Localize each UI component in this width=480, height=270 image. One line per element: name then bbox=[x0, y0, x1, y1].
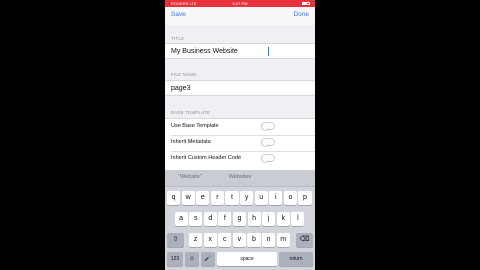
mic-icon: 🎤 bbox=[204, 256, 212, 262]
done-button[interactable]: Done bbox=[293, 11, 309, 18]
keyboard: "Website" Websites qwertyuiop asdfghjkl … bbox=[165, 170, 315, 270]
key-j[interactable]: j bbox=[262, 212, 276, 226]
file-name-input-value[interactable]: page3 bbox=[171, 85, 190, 92]
phone-screen: ROGERS LTE 5:07 PM Save Done TITLE My Bu… bbox=[165, 0, 315, 270]
nav-bar: Save Done bbox=[165, 7, 315, 25]
key-h[interactable]: h bbox=[247, 212, 261, 226]
toggle-label: Inherit Custom Header Code bbox=[171, 155, 242, 161]
key-c[interactable]: c bbox=[218, 233, 232, 247]
file-name-field[interactable]: page3 bbox=[165, 80, 315, 96]
key-r[interactable]: r bbox=[210, 191, 224, 205]
toggle-row-inherit-custom-header-code: Inherit Custom Header Code bbox=[165, 151, 315, 167]
key-n[interactable]: n bbox=[262, 233, 276, 247]
toggle-row-inherit-metadata: Inherit Metadata bbox=[165, 135, 315, 151]
key-d[interactable]: d bbox=[203, 212, 217, 226]
title-section-header: TITLE bbox=[171, 36, 185, 41]
toggle-knob bbox=[262, 155, 269, 162]
key-i[interactable]: i bbox=[269, 191, 283, 205]
save-button[interactable]: Save bbox=[171, 11, 186, 18]
key-q[interactable]: q bbox=[167, 191, 181, 205]
numbers-key[interactable]: 123 bbox=[167, 252, 183, 266]
key-e[interactable]: e bbox=[196, 191, 210, 205]
toggle-knob bbox=[262, 123, 269, 130]
suggestion-1[interactable]: "Website" bbox=[165, 174, 215, 180]
base-template-section-header: BASE TEMPLATE bbox=[171, 110, 211, 115]
emoji-key[interactable]: ☺ bbox=[185, 252, 199, 266]
suggestion-bar: "Website" Websites bbox=[165, 170, 315, 187]
inherit-metadata-toggle[interactable] bbox=[261, 138, 275, 146]
toggle-label: Use Base Template bbox=[171, 123, 219, 129]
key-v[interactable]: v bbox=[232, 233, 246, 247]
key-z[interactable]: z bbox=[189, 233, 203, 247]
key-t[interactable]: t bbox=[225, 191, 239, 205]
return-key[interactable]: return bbox=[279, 252, 313, 266]
text-cursor bbox=[268, 47, 269, 56]
shift-key[interactable]: ⇧ bbox=[167, 233, 184, 247]
key-x[interactable]: x bbox=[203, 233, 217, 247]
title-input-value[interactable]: My Business Website bbox=[171, 48, 238, 55]
toggle-label: Inherit Metadata bbox=[171, 139, 211, 145]
suggestion-2[interactable]: Websites bbox=[215, 174, 265, 180]
delete-icon: ⌫ bbox=[299, 236, 310, 243]
key-p[interactable]: p bbox=[298, 191, 312, 205]
inherit-custom-header-code-toggle[interactable] bbox=[261, 154, 275, 162]
key-m[interactable]: m bbox=[276, 233, 290, 247]
delete-key[interactable]: ⌫ bbox=[296, 233, 313, 247]
key-g[interactable]: g bbox=[232, 212, 247, 226]
key-a[interactable]: a bbox=[174, 212, 188, 226]
key-y[interactable]: y bbox=[240, 191, 254, 205]
key-o[interactable]: o bbox=[283, 191, 297, 205]
shift-icon: ⇧ bbox=[172, 236, 179, 243]
base-template-options: Use Base Template Inherit Metadata Inher… bbox=[165, 118, 315, 171]
toggle-row-use-base-template: Use Base Template bbox=[165, 119, 315, 135]
mic-key[interactable]: 🎤 bbox=[201, 252, 215, 266]
key-u[interactable]: u bbox=[254, 191, 268, 205]
status-bar: ROGERS LTE 5:07 PM bbox=[165, 0, 315, 7]
space-key[interactable]: space bbox=[217, 252, 277, 266]
use-base-template-toggle[interactable] bbox=[261, 122, 275, 130]
key-k[interactable]: k bbox=[276, 212, 290, 226]
key-w[interactable]: w bbox=[181, 191, 195, 205]
key-b[interactable]: b bbox=[247, 233, 261, 247]
key-l[interactable]: l bbox=[291, 212, 305, 226]
key-f[interactable]: f bbox=[218, 212, 232, 226]
key-s[interactable]: s bbox=[189, 212, 203, 226]
emoji-icon: ☺ bbox=[188, 256, 196, 262]
status-time: 5:07 PM bbox=[232, 1, 248, 6]
toggle-knob bbox=[262, 139, 269, 146]
file-name-section-header: FILE NAME bbox=[171, 72, 197, 77]
title-field[interactable]: My Business Website bbox=[165, 43, 315, 59]
battery-icon bbox=[302, 2, 310, 5]
